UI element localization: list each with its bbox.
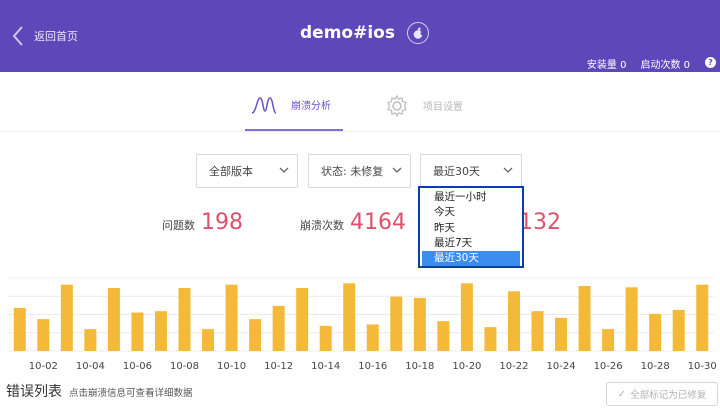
chart-bar[interactable] <box>272 305 285 351</box>
chart-bar[interactable] <box>390 296 403 351</box>
tab-label: 项目设置 <box>423 102 463 113</box>
launch-count: 启动次数 0 <box>640 60 690 71</box>
chart-bar[interactable] <box>225 284 238 351</box>
chevron-down-icon <box>503 167 513 173</box>
title-wrap: demo#ios <box>300 22 429 44</box>
metric-crashes: 崩溃次数 4164 <box>300 210 406 235</box>
tab-label: 崩溃分析 <box>291 101 331 112</box>
chart-bar[interactable] <box>60 284 73 351</box>
chart-tick-label: 10-22 <box>499 361 528 372</box>
wave-icon <box>251 96 277 114</box>
metric-label: 问题数 <box>162 219 195 232</box>
apple-icon <box>406 22 429 44</box>
chart-bar[interactable] <box>319 325 332 351</box>
metric-value: 4164 <box>350 210 406 235</box>
chart-bar[interactable] <box>696 284 709 351</box>
mark-all-fixed-button[interactable]: ✓ 全部标记为已修复 <box>606 382 718 406</box>
chart-tick-label: 10-06 <box>123 361 152 372</box>
chart-tick-label: 10-28 <box>641 361 670 372</box>
crash-bar-chart: 10-02 10-04 10-06 10-08 10-10 10-12 10-14 10-16… <box>8 277 717 372</box>
chart-tick-label: 10-18 <box>405 361 434 372</box>
version-select[interactable]: 全部版本 <box>196 154 298 188</box>
chart-bar[interactable] <box>202 329 215 351</box>
chart-bar[interactable] <box>37 319 50 351</box>
metric-value: 198 <box>201 210 243 235</box>
chart-bar[interactable] <box>602 329 615 351</box>
tab-crash-analysis[interactable]: 崩溃分析 <box>245 80 343 131</box>
range-option[interactable]: 今天 <box>422 205 520 220</box>
status-select[interactable]: 状态: 未修复 <box>308 154 411 188</box>
chart-bar[interactable] <box>649 313 662 351</box>
chart-tick-label: 10-30 <box>688 361 717 372</box>
chart-tick-label: 10-26 <box>594 361 623 372</box>
tab-bar: 崩溃分析 项目设置 <box>0 80 720 132</box>
chart-bar[interactable] <box>84 329 97 351</box>
chart-tick-label: 10-14 <box>311 361 340 372</box>
range-option[interactable]: 最近7天 <box>422 236 520 251</box>
app-header: 返回首页 demo#ios 安装量 0 启动次数 0 ? <box>0 0 720 72</box>
gear-icon <box>387 94 407 117</box>
range-option-selected[interactable]: 最近30天 <box>422 251 520 267</box>
chart-tick-label: 10-12 <box>264 361 293 372</box>
install-count: 安装量 0 <box>586 60 627 71</box>
chart-bar[interactable] <box>249 319 262 351</box>
chart-bar[interactable] <box>343 283 356 351</box>
chart-bar[interactable] <box>366 324 379 351</box>
error-list-title: 错误列表 <box>6 384 62 400</box>
chart-bar[interactable] <box>672 309 685 351</box>
chart-bar[interactable] <box>507 291 520 351</box>
chart-bar[interactable] <box>13 307 26 351</box>
chart-bar[interactable] <box>578 285 591 351</box>
chart-bar[interactable] <box>131 312 144 351</box>
chart-bar[interactable] <box>484 327 497 351</box>
header-stats: 安装量 0 启动次数 0 <box>587 56 690 71</box>
chart-bar[interactable] <box>296 287 309 351</box>
chart-bar[interactable] <box>531 311 544 351</box>
check-icon: ✓ <box>617 388 627 400</box>
chart-tick-label: 10-02 <box>29 361 58 372</box>
metric-affected: 132 <box>519 210 561 235</box>
metric-issues: 问题数 198 <box>162 210 243 235</box>
chart-bar[interactable] <box>437 321 450 351</box>
status-select-value: 状态: 未修复 <box>321 165 384 178</box>
chart-tick-label: 10-24 <box>547 361 576 372</box>
chevron-down-icon <box>279 167 289 173</box>
chart-tick-label: 10-08 <box>170 361 199 372</box>
mark-all-label: 全部标记为已修复 <box>630 390 707 401</box>
chart-bar[interactable] <box>625 287 638 351</box>
back-label: 返回首页 <box>34 30 78 43</box>
chart-tick-label: 10-10 <box>217 361 246 372</box>
chart-bar[interactable] <box>460 283 473 351</box>
chart-bar[interactable] <box>555 317 568 351</box>
range-select[interactable]: 最近30天 <box>420 154 522 188</box>
back-link[interactable]: 返回首页 <box>10 24 78 48</box>
metric-label: 崩溃次数 <box>300 219 344 232</box>
chart-bar[interactable] <box>154 311 167 351</box>
chevron-left-icon <box>12 26 23 46</box>
chevron-down-icon <box>392 167 402 173</box>
chart-bar[interactable] <box>107 287 120 351</box>
chart-tick-label: 10-20 <box>452 361 481 372</box>
help-icon[interactable]: ? <box>705 57 716 68</box>
chart-tick-label: 10-16 <box>358 361 387 372</box>
chart-bar[interactable] <box>413 297 426 351</box>
range-option[interactable]: 昨天 <box>422 221 520 236</box>
metric-value: 132 <box>519 210 561 235</box>
range-select-value: 最近30天 <box>433 165 480 178</box>
range-option[interactable]: 最近一小时 <box>422 190 520 205</box>
chart-tick-label: 10-04 <box>76 361 105 372</box>
range-dropdown-menu: 最近一小时 今天 昨天 最近7天 最近30天 <box>418 186 524 268</box>
tab-project-settings[interactable]: 项目设置 <box>385 80 485 131</box>
error-list-hint: 点击崩溃信息可查看详细数据 <box>69 388 193 399</box>
page-title: demo#ios <box>300 23 395 43</box>
version-select-value: 全部版本 <box>209 165 253 178</box>
chart-bar[interactable] <box>178 287 191 351</box>
